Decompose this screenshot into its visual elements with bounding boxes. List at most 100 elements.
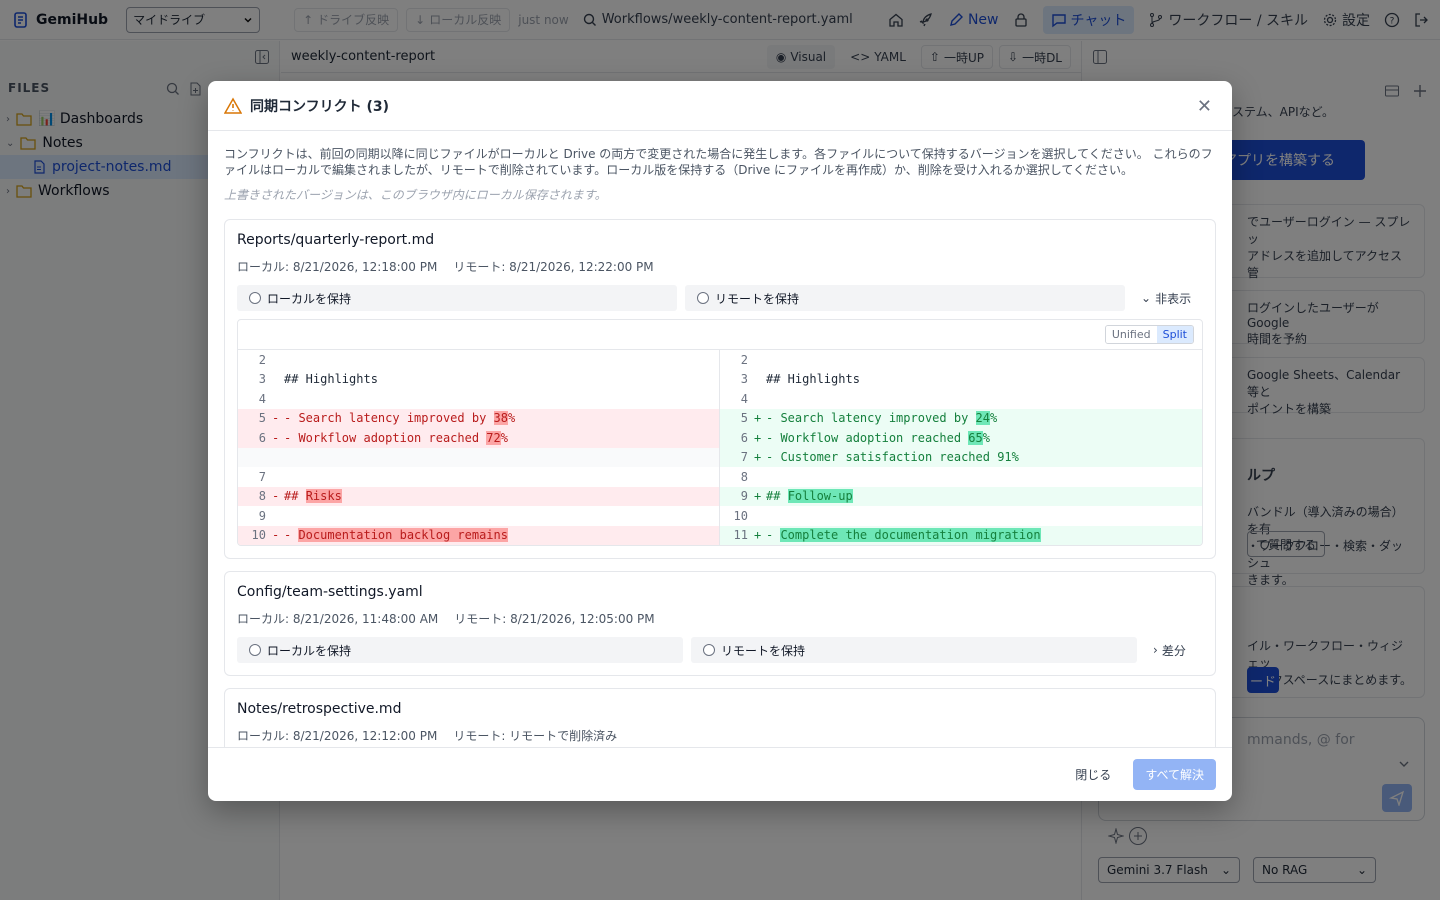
diff-view: Unified Split 2 3 ## Highlights 4 5-- Sea…	[237, 319, 1203, 546]
diff-grid: 2 3 ## Highlights 4 5-- Search latency im…	[238, 350, 1202, 545]
diff-sign	[272, 509, 284, 523]
line-number: 9	[258, 508, 266, 523]
diff-line: 5-- Search latency improved by 38%	[238, 408, 719, 428]
radio[interactable]	[249, 644, 261, 656]
remote-time: リモート: 8/21/2026, 12:05:00 PM	[454, 612, 655, 626]
diff-sign: -	[272, 430, 280, 445]
dialog-note: 上書きされたバージョンは、このブラウザ内にローカル保存されます。	[224, 188, 607, 202]
keep-remote-option[interactable]: リモートを保持	[691, 637, 1137, 663]
line-number: 2	[740, 352, 748, 367]
diff-line: 7	[238, 467, 719, 487]
line-text-part: %	[982, 430, 990, 445]
line-text-part: ##	[284, 489, 306, 504]
diff-sign	[754, 470, 766, 484]
diff-sign	[754, 509, 766, 523]
line-text-part: - Search latency improved by	[766, 411, 976, 426]
keep-remote-option[interactable]: リモートを保持	[685, 285, 1125, 311]
diff-mode-toggle: Unified Split	[1104, 325, 1194, 344]
diff-sign	[754, 372, 766, 386]
diff-sign: +	[754, 528, 762, 543]
local-time: ローカル: 8/21/2026, 11:48:00 AM	[237, 612, 439, 626]
diff-line: 8- ## Risks	[238, 486, 719, 506]
diff-line: 9 + ## Follow-up	[720, 486, 1202, 506]
conflict-times: ローカル: 8/21/2026, 12:12:00 PM リモート: リモートで削…	[237, 727, 1203, 744]
line-text: - Search latency improved by 38%	[284, 411, 516, 426]
line-text: ## Highlights	[766, 372, 860, 387]
line-text-part: - Workflow adoption reached	[284, 430, 487, 445]
conflict-card: Notes/retrospective.md ローカル: 8/21/2026, …	[224, 688, 1216, 747]
chevron-right-icon: ›	[1153, 643, 1158, 657]
keep-local-label: ローカルを保持	[267, 291, 352, 306]
split-button[interactable]: Split	[1156, 326, 1193, 343]
diff-sign: -	[272, 411, 280, 426]
line-number: 2	[258, 352, 266, 367]
line-text: - Documentation backlog remains	[284, 528, 508, 543]
conflict-path: Config/team-settings.yaml	[237, 584, 423, 600]
line-text-part: %	[507, 411, 516, 426]
line-text: ## Highlights	[284, 372, 378, 387]
line-number: 10	[733, 508, 748, 523]
line-number: 6	[258, 430, 266, 445]
line-text: - Customer satisfaction reached 91%	[766, 450, 1019, 464]
line-number: 11	[733, 528, 748, 543]
keep-local-option[interactable]: ローカルを保持	[237, 285, 677, 311]
conflict-choices: ローカルを保持 リモートを保持 › 差分	[237, 637, 1203, 663]
line-text-part: ##	[766, 489, 788, 504]
diff-line: 5 + - Search latency improved by 24%	[720, 408, 1202, 428]
line-text: - Workflow adoption reached 72%	[284, 430, 508, 445]
line-number: 5	[740, 411, 748, 426]
diff-line: 7 + - Customer satisfaction reached 91%	[720, 447, 1202, 467]
diff-sign	[272, 392, 284, 406]
conflict-times: ローカル: 8/21/2026, 12:18:00 PM リモート: 8/21/2…	[237, 258, 1203, 275]
radio[interactable]	[249, 292, 261, 304]
diff-sign	[272, 372, 284, 386]
line-text-part: -	[284, 528, 299, 543]
local-time: ローカル: 8/21/2026, 12:12:00 PM	[237, 729, 438, 743]
radio[interactable]	[697, 292, 709, 304]
line-text-part: - Customer satisfaction reached 91%	[766, 450, 1019, 465]
changed-text: 24	[975, 411, 990, 426]
unified-button[interactable]: Unified	[1105, 326, 1157, 343]
changed-text: Complete the documentation migration	[780, 528, 1041, 543]
show-diff-label: 差分	[1161, 643, 1186, 658]
chevron-down-icon: ⌄	[1141, 291, 1152, 305]
line-number: 4	[740, 391, 748, 406]
remote-time: リモート: リモートで削除済み	[453, 729, 618, 743]
close-icon[interactable]: ✕	[1197, 96, 1212, 117]
hide-diff-toggle[interactable]: ⌄ 非表示	[1141, 290, 1191, 307]
remote-time: リモート: 8/21/2026, 12:22:00 PM	[453, 260, 654, 274]
diff-sign: +	[754, 489, 762, 504]
diff-toolbar: Unified Split	[238, 320, 1202, 350]
line-number: 9	[740, 489, 748, 504]
line-number: 5	[258, 411, 266, 426]
line-text: - Complete the documentation migration	[766, 528, 1041, 543]
resolve-all-button[interactable]: すべて解決	[1133, 759, 1216, 790]
hide-diff-label: 非表示	[1155, 291, 1192, 306]
diff-line: 2	[238, 350, 719, 370]
diff-line: 4	[238, 389, 719, 409]
dialog-title: 同期コンフリクト (3)	[250, 98, 389, 115]
line-text: - Search latency improved by 24%	[766, 411, 997, 426]
diff-sign: -	[272, 489, 280, 504]
diff-right-column: 2 3 ## Highlights 4 5 + - Search latency im…	[720, 350, 1202, 545]
show-diff-toggle[interactable]: › 差分	[1153, 642, 1186, 659]
dialog-body: コンフリクトは、前回の同期以降に同じファイルがローカルと Drive の両方で変…	[208, 132, 1232, 747]
warning-icon	[224, 96, 242, 114]
keep-local-option[interactable]: ローカルを保持	[237, 637, 683, 663]
diff-line: 6-- Workflow adoption reached 72%	[238, 428, 719, 448]
conflict-times: ローカル: 8/21/2026, 11:48:00 AM リモート: 8/21/2…	[237, 610, 1203, 627]
close-button[interactable]: 閉じる	[1065, 760, 1121, 789]
diff-sign	[754, 353, 766, 367]
diff-line: 3 ## Highlights	[720, 370, 1202, 390]
line-number: 8	[258, 489, 266, 504]
diff-line: 6 + - Workflow adoption reached 65%	[720, 428, 1202, 448]
diff-line: 9	[238, 506, 719, 526]
diff-left-column: 2 3 ## Highlights 4 5-- Search latency im…	[238, 350, 720, 545]
radio[interactable]	[703, 644, 715, 656]
keep-remote-label: リモートを保持	[721, 643, 806, 658]
sync-conflict-dialog: 同期コンフリクト (3) ✕ コンフリクトは、前回の同期以降に同じファイルがロー…	[208, 81, 1232, 801]
line-text-part: - Workflow adoption reached	[766, 430, 969, 445]
diff-line: 8	[720, 467, 1202, 487]
line-text: ## Risks	[284, 489, 342, 504]
line-number: 4	[258, 391, 266, 406]
